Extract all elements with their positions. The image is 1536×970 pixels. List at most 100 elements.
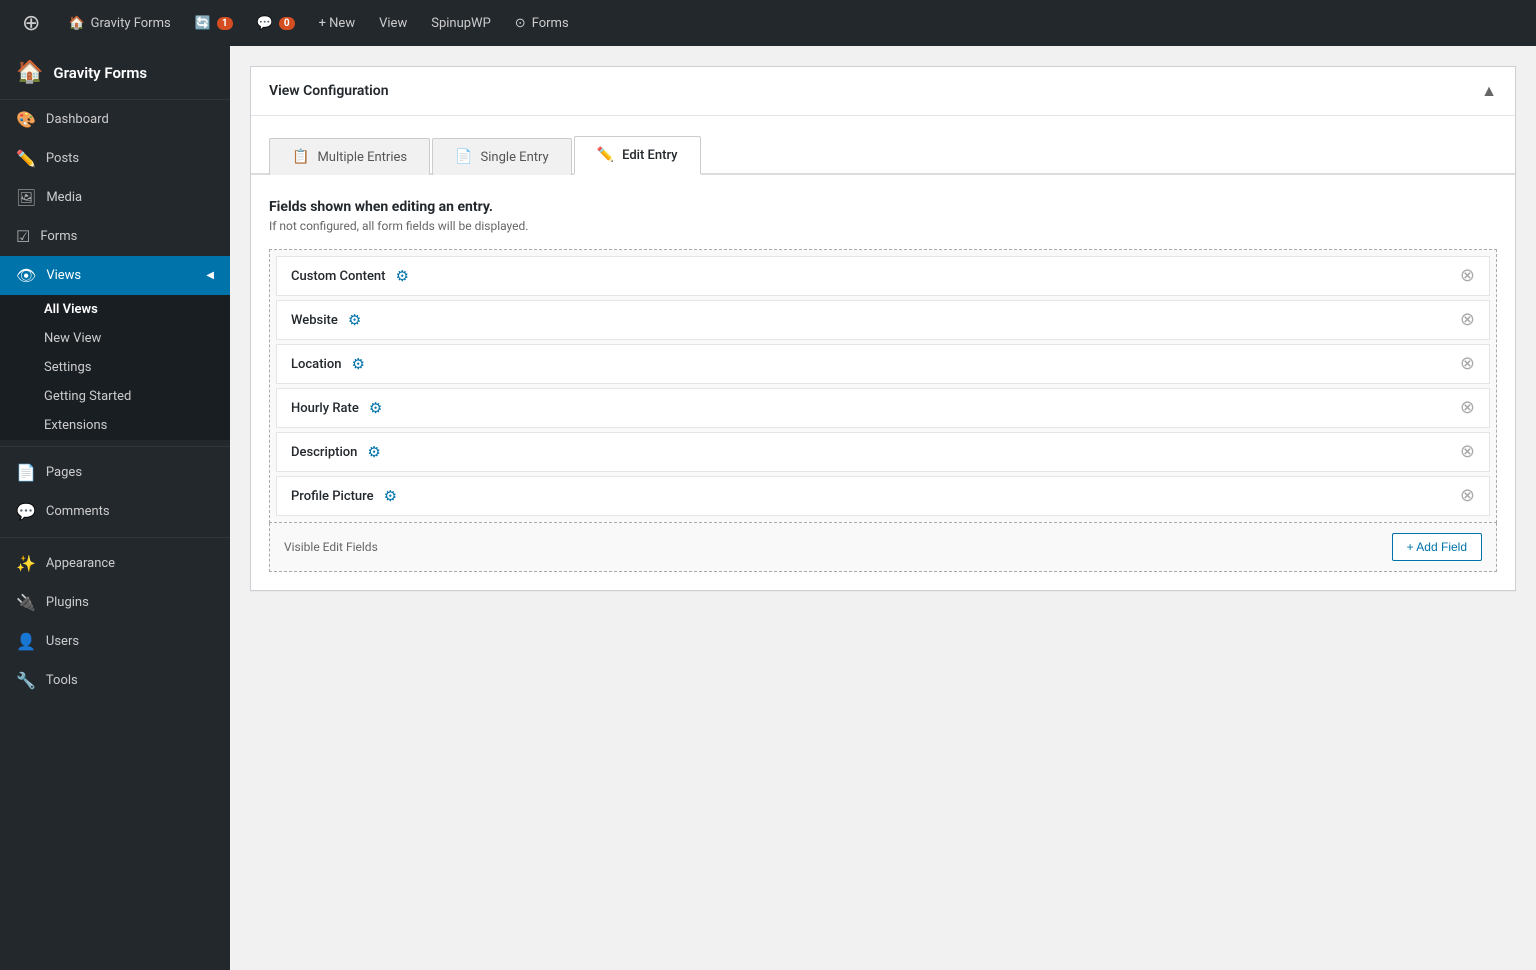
sidebar-item-appearance[interactable]: ✨ Appearance [0, 544, 230, 583]
sidebar-divider-1 [0, 446, 230, 447]
view-label: View [379, 16, 407, 31]
view-configuration-panel: View Configuration ▲ 📋 Multiple Entries … [250, 66, 1516, 591]
updates-count: 1 [217, 17, 233, 30]
sidebar-item-users[interactable]: 👤 Users [0, 622, 230, 661]
field-left-profile-picture: Profile Picture ⚙ [291, 487, 397, 505]
field-row-profile-picture[interactable]: Profile Picture ⚙ ⊗ [276, 476, 1490, 516]
field-remove-location[interactable]: ⊗ [1460, 355, 1475, 373]
sidebar-item-appearance-label: Appearance [46, 556, 115, 571]
site-icon: 🏠 [16, 60, 43, 85]
field-gear-description[interactable]: ⚙ [367, 443, 380, 461]
wp-logo[interactable]: ⊕ [10, 0, 56, 46]
tab-edit-entry-label: Edit Entry [622, 148, 677, 163]
single-entry-icon: 📄 [455, 149, 472, 165]
spinupwp-label: SpinupWP [431, 16, 491, 31]
field-gear-profile-picture[interactable]: ⚙ [384, 487, 397, 505]
users-icon: 👤 [16, 632, 36, 651]
sidebar-item-media-label: Media [46, 190, 82, 205]
tab-single-entry[interactable]: 📄 Single Entry [432, 138, 572, 175]
forms-icon: ⊙ [515, 16, 526, 31]
field-remove-website[interactable]: ⊗ [1460, 311, 1475, 329]
sidebar-item-pages-label: Pages [46, 465, 82, 480]
sidebar-sub-all-views[interactable]: All Views [0, 295, 230, 324]
field-remove-hourly-rate[interactable]: ⊗ [1460, 399, 1475, 417]
comments-icon: 💬 [257, 16, 273, 31]
panel-header: View Configuration ▲ [251, 67, 1515, 116]
sidebar-item-views[interactable]: 👁 Views ◀ [0, 256, 230, 295]
sidebar-header: 🏠 Gravity Forms [0, 46, 230, 100]
sidebar-sub-extensions[interactable]: Extensions [0, 411, 230, 440]
wp-icon: ⊕ [22, 11, 40, 36]
field-row-location[interactable]: Location ⚙ ⊗ [276, 344, 1490, 384]
tab-multiple-entries-label: Multiple Entries [317, 150, 407, 165]
spinupwp[interactable]: SpinupWP [419, 0, 503, 46]
tab-edit-entry[interactable]: ✏️ Edit Entry [574, 136, 701, 175]
field-remove-profile-picture[interactable]: ⊗ [1460, 487, 1475, 505]
views-submenu: All Views New View Settings Getting Star… [0, 295, 230, 440]
sidebar-sub-settings[interactable]: Settings [0, 353, 230, 382]
sidebar-item-tools-label: Tools [46, 673, 78, 688]
sidebar-item-pages[interactable]: 📄 Pages [0, 453, 230, 492]
tabs-container: 📋 Multiple Entries 📄 Single Entry ✏️ Edi… [251, 116, 1515, 175]
field-left-custom-content: Custom Content ⚙ [291, 267, 409, 285]
field-label-location: Location [291, 357, 341, 372]
sidebar-site-name: Gravity Forms [53, 64, 147, 82]
tab-single-entry-label: Single Entry [481, 150, 549, 165]
panel-toggle-button[interactable]: ▲ [1481, 81, 1497, 101]
field-gear-location[interactable]: ⚙ [351, 355, 364, 373]
sidebar-divider-2 [0, 537, 230, 538]
appearance-icon: ✨ [16, 554, 36, 573]
field-row-description[interactable]: Description ⚙ ⊗ [276, 432, 1490, 472]
home-icon: 🏠 [68, 16, 84, 31]
field-gear-website[interactable]: ⚙ [348, 311, 361, 329]
sidebar-item-media[interactable]: 🖼 Media [0, 178, 230, 217]
comments[interactable]: 💬 0 [245, 0, 307, 46]
field-label-custom-content: Custom Content [291, 269, 385, 284]
sidebar-sub-getting-started[interactable]: Getting Started [0, 382, 230, 411]
field-label-website: Website [291, 313, 338, 328]
updates[interactable]: 🔄 1 [183, 0, 245, 46]
new-content[interactable]: + New [307, 0, 368, 46]
sidebar-item-plugins[interactable]: 🔌 Plugins [0, 583, 230, 622]
field-left-hourly-rate: Hourly Rate ⚙ [291, 399, 382, 417]
field-remove-custom-content[interactable]: ⊗ [1460, 267, 1475, 285]
field-left-website: Website ⚙ [291, 311, 361, 329]
views-arrow: ◀ [206, 270, 214, 281]
field-row-website[interactable]: Website ⚙ ⊗ [276, 300, 1490, 340]
forms-menu[interactable]: ⊙ Forms [503, 0, 581, 46]
sidebar-item-forms[interactable]: ☑ Forms [0, 217, 230, 256]
fields-title: Fields shown when editing an entry. [269, 199, 1497, 215]
field-gear-hourly-rate[interactable]: ⚙ [369, 399, 382, 417]
multiple-entries-icon: 📋 [292, 149, 309, 165]
extensions-label: Extensions [44, 418, 107, 433]
sidebar-item-comments[interactable]: 💬 Comments [0, 492, 230, 531]
sidebar-item-posts[interactable]: ✏️ Posts [0, 139, 230, 178]
posts-icon: ✏️ [16, 149, 36, 168]
sidebar-item-dashboard[interactable]: 🎨 Dashboard [0, 100, 230, 139]
site-name[interactable]: 🏠 Gravity Forms [56, 0, 182, 46]
sidebar-item-views-label: Views [46, 268, 81, 283]
visible-edit-fields-label: Visible Edit Fields [284, 540, 378, 554]
tab-multiple-entries[interactable]: 📋 Multiple Entries [269, 138, 430, 175]
comments-count: 0 [279, 17, 295, 30]
field-row-custom-content[interactable]: Custom Content ⚙ ⊗ [276, 256, 1490, 296]
field-gear-custom-content[interactable]: ⚙ [395, 267, 408, 285]
field-label-profile-picture: Profile Picture [291, 489, 374, 504]
settings-label: Settings [44, 360, 91, 375]
media-icon: 🖼 [16, 188, 36, 207]
views-icon: 👁 [16, 266, 36, 285]
sidebar: 🏠 Gravity Forms 🎨 Dashboard ✏️ Posts 🖼 M… [0, 46, 230, 970]
sidebar-sub-new-view[interactable]: New View [0, 324, 230, 353]
field-left-description: Description ⚙ [291, 443, 381, 461]
sidebar-item-tools[interactable]: 🔧 Tools [0, 661, 230, 700]
tools-icon: 🔧 [16, 671, 36, 690]
fields-footer: Visible Edit Fields + Add Field [269, 523, 1497, 572]
field-remove-description[interactable]: ⊗ [1460, 443, 1475, 461]
plugins-icon: 🔌 [16, 593, 36, 612]
view-site[interactable]: View [367, 0, 419, 46]
add-field-button[interactable]: + Add Field [1392, 533, 1482, 561]
field-row-hourly-rate[interactable]: Hourly Rate ⚙ ⊗ [276, 388, 1490, 428]
field-label-description: Description [291, 445, 357, 460]
fields-subtitle: If not configured, all form fields will … [269, 219, 1497, 233]
new-label: + New [319, 16, 356, 31]
